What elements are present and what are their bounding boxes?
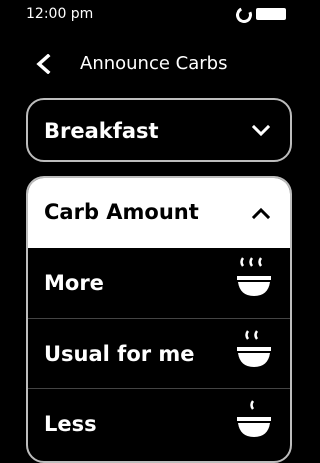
chevron-left-icon[interactable]: [34, 54, 54, 74]
carb-amount-header[interactable]: Carb Amount: [28, 178, 290, 248]
carb-option-usual[interactable]: Usual for me: [28, 318, 290, 388]
carb-amount-panel: Carb Amount More Usual for me Less: [26, 176, 292, 463]
carb-option-less[interactable]: Less: [28, 388, 290, 458]
option-label: More: [44, 271, 104, 295]
carb-amount-label: Carb Amount: [44, 200, 199, 224]
bowl-steam-1-icon: [237, 400, 271, 437]
option-label: Less: [44, 412, 97, 436]
bowl-steam-2-icon: [237, 330, 271, 367]
option-label: Usual for me: [44, 342, 195, 366]
meal-select[interactable]: Breakfast: [26, 98, 292, 162]
chevron-down-icon: [252, 124, 270, 137]
page-title: Announce Carbs: [80, 53, 228, 74]
header: Announce Carbs: [0, 44, 292, 84]
status-time: 12:00 pm: [26, 6, 94, 22]
carb-option-more[interactable]: More: [28, 248, 290, 318]
battery-icon: [256, 8, 286, 20]
status-bar: 12:00 pm: [0, 0, 292, 30]
ring-icon: [233, 4, 255, 26]
chevron-up-icon: [252, 207, 270, 220]
bowl-steam-3-icon: [237, 257, 271, 296]
meal-selected-value: Breakfast: [44, 119, 159, 143]
